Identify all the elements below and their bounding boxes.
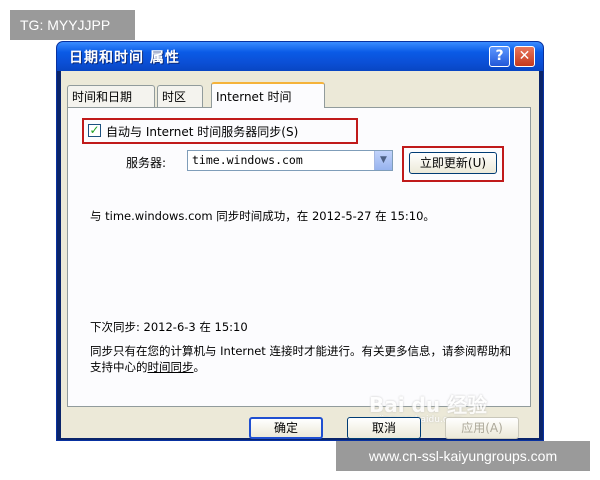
sync-note-end: 。	[193, 360, 206, 374]
auto-sync-checkbox[interactable]: ✓	[88, 124, 101, 137]
update-now-button[interactable]: 立即更新(U)	[409, 152, 497, 174]
auto-sync-highlight: ✓ 自动与 Internet 时间服务器同步(S)	[82, 118, 358, 144]
help-icon[interactable]: ?	[489, 46, 510, 67]
sync-note: 同步只有在您的计算机与 Internet 连接时才能进行。有关更多信息，请参阅帮…	[90, 343, 520, 375]
ok-button[interactable]: 确定	[249, 417, 323, 439]
tab-time-zone[interactable]: 时区	[157, 85, 203, 107]
cancel-button[interactable]: 取消	[347, 417, 421, 439]
time-sync-help-link[interactable]: 时间同步	[148, 360, 194, 374]
close-icon[interactable]: ✕	[514, 46, 535, 67]
top-watermark-tag: TG: MYYJJPP	[10, 10, 135, 40]
date-time-properties-window: 日期和时间 属性 ? ✕ 时间和日期 时区 Internet 时间 ✓ 自动与 …	[56, 41, 544, 441]
next-sync-text: 下次同步: 2012-6-3 在 15:10	[90, 320, 248, 334]
bottom-watermark-tag: www.cn-ssl-kaiyungroups.com	[336, 441, 590, 471]
server-value[interactable]: time.windows.com	[192, 153, 303, 167]
baidu-watermark: Bai du 经验	[369, 393, 488, 417]
tab-internet-time[interactable]: Internet 时间	[211, 82, 325, 108]
window-title: 日期和时间 属性	[69, 50, 180, 66]
dialog-client-area: 时间和日期 时区 Internet 时间 ✓ 自动与 Internet 时间服务…	[61, 71, 539, 439]
sync-status-message: 与 time.windows.com 同步时间成功，在 2012-5-27 在 …	[90, 209, 435, 223]
apply-button[interactable]: 应用(A)	[445, 417, 519, 439]
auto-sync-label[interactable]: 自动与 Internet 时间服务器同步(S)	[106, 123, 298, 140]
chevron-down-icon[interactable]: ▼	[374, 151, 392, 170]
internet-time-panel: ✓ 自动与 Internet 时间服务器同步(S) 服务器: time.wind…	[67, 107, 531, 407]
server-select[interactable]: time.windows.com ▼	[187, 150, 393, 171]
update-now-highlight: 立即更新(U)	[402, 146, 504, 182]
title-bar[interactable]: 日期和时间 属性 ? ✕	[57, 42, 543, 71]
tab-date-time[interactable]: 时间和日期	[67, 85, 155, 107]
server-label: 服务器:	[126, 156, 167, 170]
